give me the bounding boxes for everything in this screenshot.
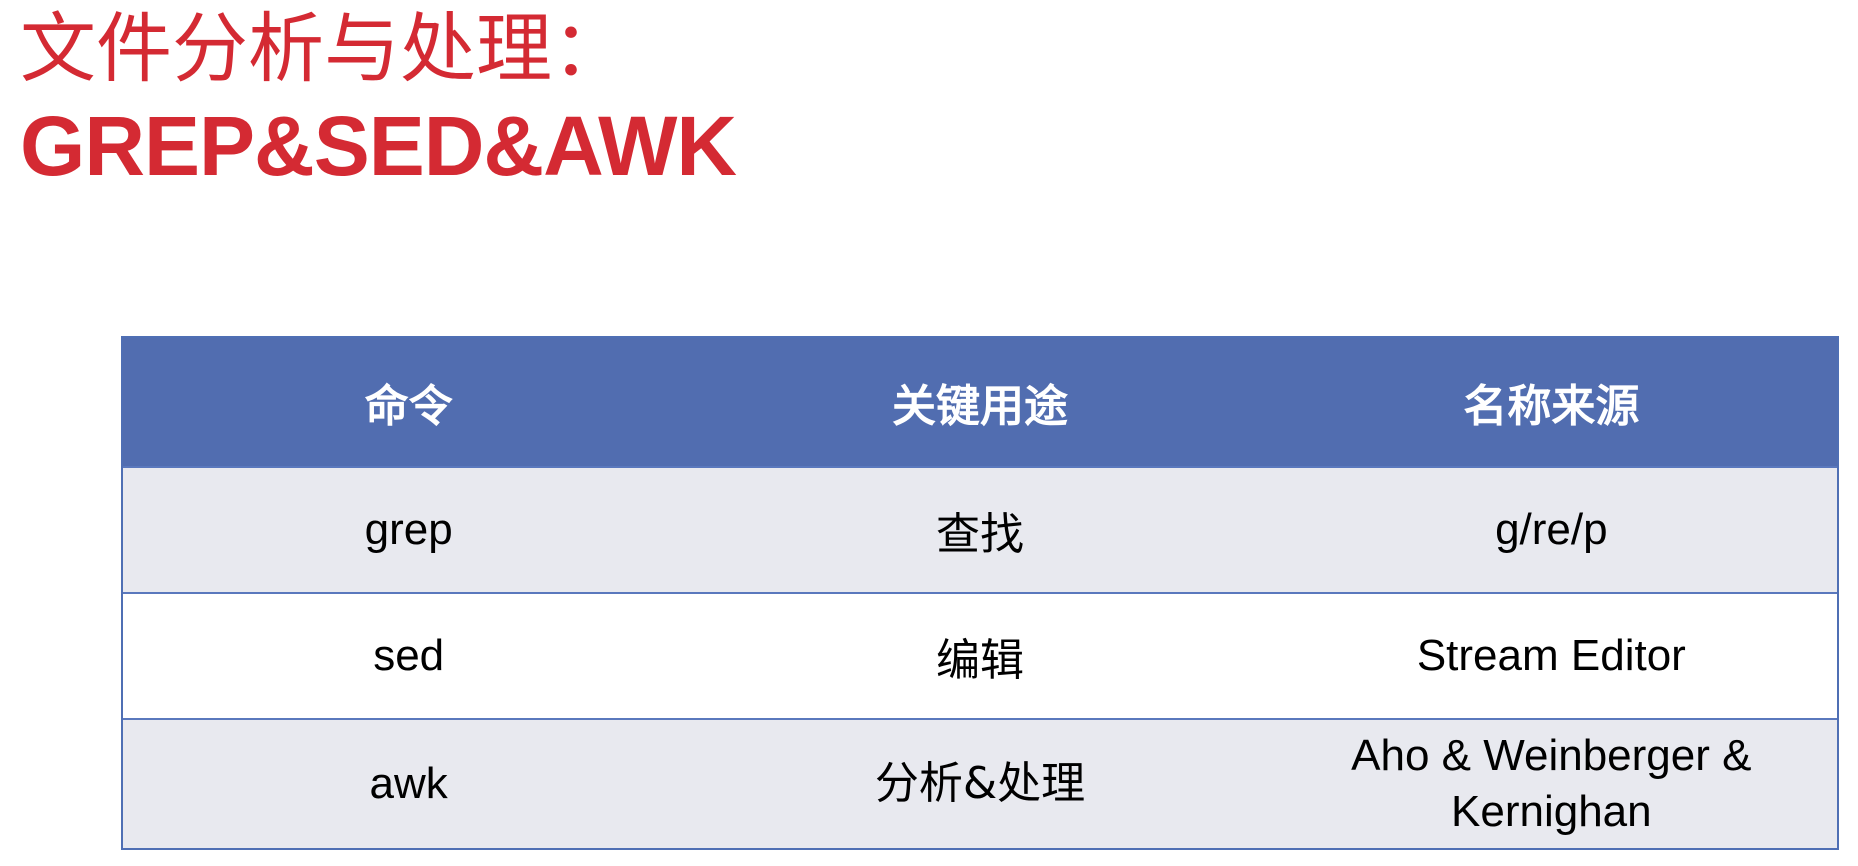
cell-purpose: 查找: [694, 466, 1266, 593]
cell-command: awk: [123, 718, 695, 848]
page-title-line1: 文件分析与处理：: [20, 4, 628, 93]
header-row: 命令 关键用途 名称来源: [123, 338, 1837, 467]
command-table-grid: 命令 关键用途 名称来源 grep 查找 g/re/p sed 编辑 Strea…: [123, 338, 1837, 848]
cell-name-origin: Stream Editor: [1265, 592, 1837, 719]
header-name-origin: 名称来源: [1265, 338, 1837, 467]
command-table: 命令 关键用途 名称来源 grep 查找 g/re/p sed 编辑 Strea…: [121, 336, 1839, 850]
cell-purpose: 分析&处理: [694, 718, 1266, 848]
table-row: grep 查找 g/re/p: [123, 466, 1837, 593]
table-header: 命令 关键用途 名称来源: [123, 338, 1837, 467]
cell-command: sed: [123, 592, 695, 719]
cell-command: grep: [123, 466, 695, 593]
table-body: grep 查找 g/re/p sed 编辑 Stream Editor awk …: [123, 466, 1837, 848]
table-row: sed 编辑 Stream Editor: [123, 592, 1837, 719]
cell-name-origin: g/re/p: [1265, 466, 1837, 593]
header-purpose: 关键用途: [694, 338, 1266, 467]
cell-name-origin: Aho & Weinberger & Kernighan: [1265, 718, 1837, 848]
cell-purpose: 编辑: [694, 592, 1266, 719]
header-command: 命令: [123, 338, 695, 467]
page-title-line2: GREP&SED&AWK: [20, 99, 737, 193]
table-row: awk 分析&处理 Aho & Weinberger & Kernighan: [123, 718, 1837, 848]
